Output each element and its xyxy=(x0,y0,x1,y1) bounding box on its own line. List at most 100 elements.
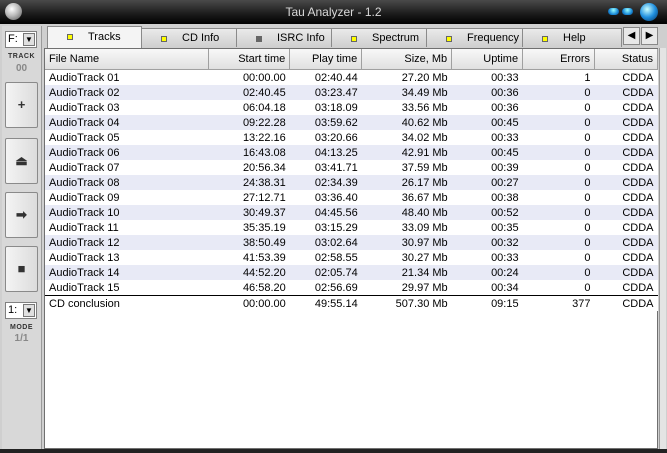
table-cell: 00:39 xyxy=(451,160,523,175)
column-header[interactable]: Uptime xyxy=(451,49,524,70)
table-cell: 00:38 xyxy=(451,190,523,205)
close-orb-icon[interactable] xyxy=(640,3,658,21)
mode-select[interactable]: 1: ▼ xyxy=(5,302,37,319)
plus-icon: + xyxy=(17,97,26,112)
table-cell: CDDA xyxy=(594,280,658,296)
table-row[interactable]: AudioTrack 04 09:22.28 03:59.62 40.62 Mb 00:… xyxy=(45,115,658,130)
table-row[interactable]: AudioTrack 14 44:52.20 02:05.74 21.34 Mb 00:… xyxy=(45,265,658,280)
table-row[interactable]: AudioTrack 12 38:50.49 03:02.64 30.97 Mb 00:… xyxy=(45,235,658,250)
led-icon xyxy=(256,36,262,42)
tab-tracks[interactable]: Tracks xyxy=(47,26,142,48)
drive-select[interactable]: F: ▼ xyxy=(5,31,37,48)
stop-icon: ■ xyxy=(17,261,26,276)
table-cell: 02:56.69 xyxy=(289,280,362,296)
table-cell: 00:33 xyxy=(451,130,523,145)
table-cell: 03:18.09 xyxy=(289,100,362,115)
tab-bar: Tracks CD Info ISRC Info Spectrum Freque… xyxy=(44,26,665,48)
conclusion-row[interactable]: CD conclusion 00:00.00 49:55.14 507.30 Mb 09… xyxy=(45,295,658,311)
table-cell: CDDA xyxy=(594,115,658,130)
table-cell: CDDA xyxy=(594,250,658,265)
table-cell: AudioTrack 11 xyxy=(45,220,209,235)
tracks-table: File Name Start time Play time Size, Mb … xyxy=(45,49,658,311)
tab-cd-info[interactable]: CD Info xyxy=(141,28,237,47)
table-row[interactable]: AudioTrack 13 41:53.39 02:58.55 30.27 Mb 00:… xyxy=(45,250,658,265)
table-cell: CDDA xyxy=(594,295,658,311)
column-header[interactable]: Start time xyxy=(208,49,291,70)
stop-button[interactable]: ■ xyxy=(5,246,38,292)
table-cell: 0 xyxy=(522,160,595,175)
table-cell: 44:52.20 xyxy=(208,265,290,280)
track-label: TRACK xyxy=(8,53,35,60)
table-cell: 00:24 xyxy=(451,265,523,280)
chevron-down-icon[interactable]: ▼ xyxy=(23,304,35,317)
table-row[interactable]: AudioTrack 05 13:22.16 03:20.66 34.02 Mb 00:… xyxy=(45,130,658,145)
table-row[interactable]: AudioTrack 10 30:49.37 04:45.56 48.40 Mb 00:… xyxy=(45,205,658,220)
table-cell: 49:55.14 xyxy=(289,295,362,311)
chevron-right-icon[interactable]: ▶ xyxy=(641,27,658,45)
table-row[interactable]: AudioTrack 01 00:00.00 02:40.44 27.20 Mb 00:… xyxy=(45,69,658,85)
table-cell: 0 xyxy=(522,280,595,296)
add-button[interactable]: + xyxy=(5,82,38,128)
table-row[interactable]: AudioTrack 15 46:58.20 02:56.69 29.97 Mb 00:… xyxy=(45,280,658,296)
table-cell: 0 xyxy=(522,175,595,190)
table-row[interactable]: AudioTrack 11 35:35.19 03:15.29 33.09 Mb 00:… xyxy=(45,220,658,235)
column-header[interactable]: Play time xyxy=(289,49,363,70)
eject-icon: ⏏ xyxy=(15,153,28,168)
table-cell: CDDA xyxy=(594,145,658,160)
table-cell: 27.20 Mb xyxy=(361,69,452,85)
minimize-icon[interactable] xyxy=(608,8,619,15)
chevron-down-icon[interactable]: ▼ xyxy=(23,33,35,46)
table-cell: 03:59.62 xyxy=(289,115,362,130)
table-cell: 09:22.28 xyxy=(208,115,290,130)
table-row[interactable]: AudioTrack 08 24:38.31 02:34.39 26.17 Mb 00:… xyxy=(45,175,658,190)
table-cell: 0 xyxy=(522,85,595,100)
tab-help[interactable]: Help xyxy=(522,28,622,47)
next-button[interactable]: ➡ xyxy=(5,192,38,238)
table-row[interactable]: AudioTrack 02 02:40.45 03:23.47 34.49 Mb 00:… xyxy=(45,85,658,100)
tab-spectrum[interactable]: Spectrum xyxy=(331,28,427,47)
maximize-icon[interactable] xyxy=(622,8,633,15)
table-cell: 02:40.45 xyxy=(208,85,290,100)
table-cell: 04:13.25 xyxy=(289,145,362,160)
led-icon xyxy=(446,36,452,42)
table-row[interactable]: AudioTrack 09 27:12.71 03:36.40 36.67 Mb 00:… xyxy=(45,190,658,205)
table-cell: 30.27 Mb xyxy=(361,250,452,265)
track-number: 00 xyxy=(15,63,28,74)
column-header[interactable]: Size, Mb xyxy=(361,49,453,70)
eject-button[interactable]: ⏏ xyxy=(5,138,38,184)
table-cell: 02:34.39 xyxy=(289,175,362,190)
table-row[interactable]: AudioTrack 07 20:56.34 03:41.71 37.59 Mb 00:… xyxy=(45,160,658,175)
table-cell: 03:20.66 xyxy=(289,130,362,145)
table-cell: 27:12.71 xyxy=(208,190,290,205)
table-cell: AudioTrack 13 xyxy=(45,250,209,265)
table-cell: 35:35.19 xyxy=(208,220,290,235)
column-header[interactable]: Status xyxy=(594,49,658,70)
table-cell: 02:40.44 xyxy=(289,69,362,85)
table-cell: 41:53.39 xyxy=(208,250,290,265)
table-cell: 21.34 Mb xyxy=(361,265,452,280)
table-cell: 00:34 xyxy=(451,280,523,296)
mode-value: 1: xyxy=(8,304,18,316)
table-cell: AudioTrack 05 xyxy=(45,130,209,145)
tab-frequency[interactable]: Frequency xyxy=(426,28,523,47)
table-cell: 00:33 xyxy=(451,69,523,85)
table-cell: CDDA xyxy=(594,85,658,100)
table-cell: 377 xyxy=(522,295,595,311)
vertical-scrollbar[interactable] xyxy=(659,48,666,449)
column-header[interactable]: Errors xyxy=(522,49,596,70)
table-cell: 00:45 xyxy=(451,145,523,160)
mode-number: 1/1 xyxy=(14,333,29,344)
table-cell: CDDA xyxy=(594,69,658,85)
table-cell: 0 xyxy=(522,145,595,160)
table-row[interactable]: AudioTrack 03 06:04.18 03:18.09 33.56 Mb 00:… xyxy=(45,100,658,115)
title-bar[interactable]: Tau Analyzer - 1.2 xyxy=(0,0,667,24)
tab-isrc-info[interactable]: ISRC Info xyxy=(236,28,332,47)
table-cell: 16:43.08 xyxy=(208,145,290,160)
table-cell: CD conclusion xyxy=(45,295,209,311)
chevron-left-icon[interactable]: ◀ xyxy=(623,27,640,45)
table-row[interactable]: AudioTrack 06 16:43.08 04:13.25 42.91 Mb 00:… xyxy=(45,145,658,160)
table-cell: 13:22.16 xyxy=(208,130,290,145)
column-header[interactable]: File Name xyxy=(45,49,210,70)
table-cell: 30:49.37 xyxy=(208,205,290,220)
table-cell: 0 xyxy=(522,130,595,145)
